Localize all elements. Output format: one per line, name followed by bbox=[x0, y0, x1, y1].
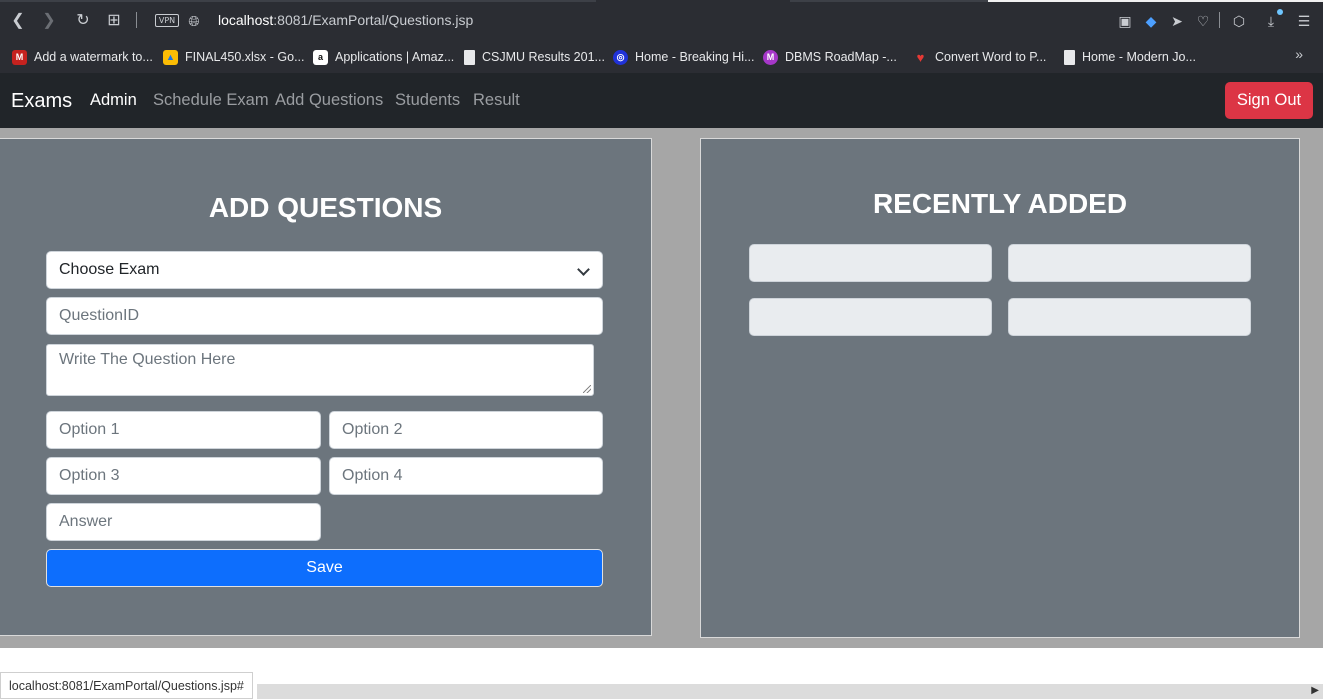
reload-icon[interactable]: ↻ bbox=[72, 10, 94, 32]
heart-icon[interactable]: ♡ bbox=[1193, 11, 1213, 31]
recently-added-panel: RECENTLY ADDED bbox=[700, 138, 1300, 638]
bookmark-label: Home - Breaking Hi... bbox=[635, 50, 755, 64]
tab-strip bbox=[790, 0, 988, 2]
option-1-input[interactable]: Option 1 bbox=[46, 411, 321, 449]
active-tab-indicator bbox=[988, 0, 1323, 2]
option-2-input[interactable]: Option 2 bbox=[329, 411, 603, 449]
bookmark-label: Add a watermark to... bbox=[34, 50, 153, 64]
bookmark-item[interactable]: Home - Modern Jo... bbox=[1064, 46, 1196, 68]
brand[interactable]: Exams bbox=[11, 90, 72, 113]
resize-grip-icon[interactable] bbox=[583, 385, 591, 393]
url-path: :8081/ExamPortal/Questions.jsp bbox=[273, 12, 474, 28]
bookmark-label: Applications | Amaz... bbox=[335, 50, 455, 64]
nav-admin[interactable]: Admin bbox=[90, 91, 137, 110]
amazon-icon: a bbox=[313, 49, 328, 65]
recent-item-box bbox=[749, 298, 992, 336]
bookmark-item[interactable]: a Applications | Amaz... bbox=[313, 46, 454, 68]
bookmarks-bar: M Add a watermark to... ▲ FINAL450.xlsx … bbox=[0, 42, 1323, 73]
scroll-right-icon[interactable]: ▶ bbox=[1311, 685, 1319, 696]
choose-exam-value: Choose Exam bbox=[59, 261, 160, 278]
bookmark-label: DBMS RoadMap -... bbox=[785, 50, 897, 64]
bookmark-label: FINAL450.xlsx - Go... bbox=[185, 50, 305, 64]
sign-out-button[interactable]: Sign Out bbox=[1225, 82, 1313, 119]
menu-icon[interactable]: ☰ bbox=[1294, 11, 1314, 31]
page-icon bbox=[464, 49, 475, 65]
nav-result[interactable]: Result bbox=[473, 91, 520, 110]
option-3-input[interactable]: Option 3 bbox=[46, 457, 321, 495]
status-url: localhost:8081/ExamPortal/Questions.jsp# bbox=[0, 672, 253, 699]
shield-icon[interactable]: ◆ bbox=[1141, 11, 1161, 31]
globe-icon: ◎ bbox=[613, 49, 628, 65]
bookmark-label: Home - Modern Jo... bbox=[1082, 50, 1196, 64]
bookmarks-overflow-icon[interactable]: » bbox=[1295, 46, 1303, 62]
chevron-down-icon bbox=[577, 263, 590, 276]
m-icon: M bbox=[763, 49, 778, 65]
bookmark-item[interactable]: CSJMU Results 201... bbox=[464, 46, 605, 68]
answer-input[interactable]: Answer bbox=[46, 503, 321, 541]
bookmark-item[interactable]: ♥ Convert Word to P... bbox=[913, 46, 1047, 68]
send-icon[interactable]: ➤ bbox=[1167, 11, 1187, 31]
toolbar-divider bbox=[136, 12, 137, 28]
address-bar[interactable]: localhost:8081/ExamPortal/Questions.jsp bbox=[218, 12, 473, 28]
horizontal-scrollbar[interactable]: ▶ bbox=[257, 684, 1323, 699]
cube-icon[interactable]: ⬡ bbox=[1229, 11, 1249, 31]
back-icon[interactable]: ❮ bbox=[7, 10, 29, 32]
option-4-input[interactable]: Option 4 bbox=[329, 457, 603, 495]
gmail-icon: M bbox=[12, 49, 27, 65]
tab-strip bbox=[0, 0, 596, 2]
page-icon bbox=[1064, 49, 1075, 65]
vpn-badge[interactable]: VPN bbox=[155, 14, 179, 27]
nav-schedule-exam[interactable]: Schedule Exam bbox=[153, 91, 269, 110]
snapshot-icon[interactable]: ▣ bbox=[1115, 11, 1135, 31]
bookmark-label: Convert Word to P... bbox=[935, 50, 1047, 64]
question-id-input[interactable]: QuestionID bbox=[46, 297, 603, 335]
app-navbar: Exams Admin Schedule Exam Add Questions … bbox=[0, 73, 1323, 128]
drive-icon: ▲ bbox=[163, 49, 178, 65]
url-host: localhost bbox=[218, 12, 274, 28]
forward-icon[interactable]: ❯ bbox=[38, 10, 60, 32]
choose-exam-select[interactable]: Choose Exam bbox=[46, 251, 603, 289]
browser-toolbar: ❮ ❯ ↻ ⊞ VPN 🌐︎ localhost:8081/ExamPortal… bbox=[0, 0, 1323, 42]
tabs-grid-icon[interactable]: ⊞ bbox=[103, 10, 125, 32]
bookmark-item[interactable]: ▲ FINAL450.xlsx - Go... bbox=[163, 46, 304, 68]
bookmark-item[interactable]: M DBMS RoadMap -... bbox=[763, 46, 897, 68]
question-placeholder: Write The Question Here bbox=[59, 351, 236, 368]
download-badge bbox=[1277, 9, 1283, 15]
bookmark-item[interactable]: M Add a watermark to... bbox=[12, 46, 153, 68]
panel-title: ADD QUESTIONS bbox=[208, 192, 443, 223]
bookmark-item[interactable]: ◎ Home - Breaking Hi... bbox=[613, 46, 754, 68]
recent-item-box bbox=[1008, 244, 1251, 282]
question-textarea[interactable]: Write The Question Here bbox=[46, 344, 594, 396]
save-button[interactable]: Save bbox=[46, 549, 603, 587]
panel-title: RECENTLY ADDED bbox=[872, 188, 1128, 219]
heart-icon: ♥ bbox=[916, 49, 925, 65]
bookmark-label: CSJMU Results 201... bbox=[482, 50, 605, 64]
site-info-icon[interactable]: 🌐︎ bbox=[183, 10, 205, 32]
toolbar-divider bbox=[1219, 12, 1220, 28]
recent-item-box bbox=[1008, 298, 1251, 336]
nav-add-questions[interactable]: Add Questions bbox=[275, 91, 383, 110]
recent-item-box bbox=[749, 244, 992, 282]
nav-students[interactable]: Students bbox=[395, 91, 460, 110]
